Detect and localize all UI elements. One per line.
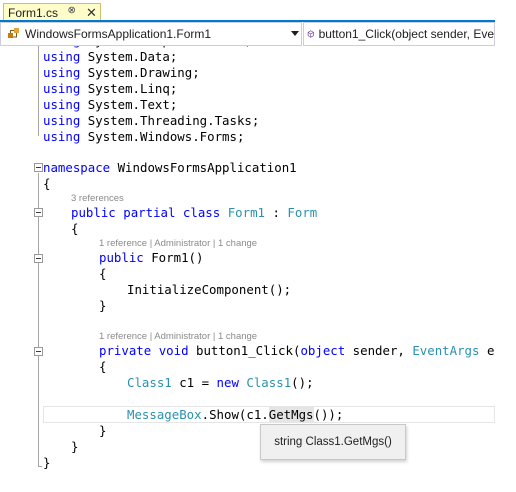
type-name: Class1	[127, 375, 172, 390]
code-line-brace: {	[71, 221, 78, 237]
keyword: using	[43, 97, 81, 112]
namespace-name: WindowsFormsApplication1	[110, 160, 297, 175]
namespace-ref: System.Data;	[87, 49, 178, 64]
keyword: new	[216, 375, 239, 390]
class-dropdown-label: WindowsFormsApplication1.Form1	[25, 27, 212, 41]
parameter: e)	[486, 343, 495, 358]
keyword: partial	[123, 205, 176, 220]
code-line-using-tasks: using System.Threading.Tasks;	[43, 113, 259, 129]
collapse-method-toggle[interactable]	[34, 347, 43, 356]
pin-icon[interactable]: ⊕	[64, 4, 78, 18]
statement: ();	[291, 375, 314, 390]
tooltip-text: string Class1.GetMgs()	[274, 436, 392, 448]
keyword: using	[43, 65, 81, 80]
code-line-using-data: using System.Data;	[43, 49, 177, 65]
collapse-namespace-toggle[interactable]	[34, 163, 43, 172]
statement: c1 =	[171, 375, 217, 390]
class-dropdown[interactable]: WindowsFormsApplication1.Form1	[0, 22, 302, 46]
code-line-using-linq: using System.Linq;	[43, 81, 177, 97]
keyword: object	[300, 343, 346, 358]
class-icon	[8, 28, 19, 38]
document-tab-strip: Form1.cs ⊕ ✕	[0, 0, 495, 22]
member-dropdown-label: button1_Click(object sender, Eve	[318, 27, 494, 41]
keyword: using	[43, 129, 81, 144]
statement: ());	[313, 407, 344, 422]
code-line-class: public partial class Form1 : Form	[71, 205, 317, 221]
namespace-ref: System.Threading.Tasks;	[87, 113, 260, 128]
base-type: Form	[287, 205, 318, 220]
code-line-using-forms: using System.Windows.Forms;	[43, 129, 244, 145]
statement: .Show(c1.	[201, 407, 269, 422]
brace: {	[43, 176, 51, 191]
collapse-constructor-toggle[interactable]	[34, 254, 43, 263]
keyword: using	[43, 81, 81, 96]
keyword: using	[43, 46, 80, 48]
punctuation: :	[265, 205, 288, 220]
code-line-brace: }	[71, 439, 78, 455]
member-dropdown[interactable]: button1_Click(object sender, Eve	[303, 22, 495, 46]
keyword: void	[158, 343, 189, 358]
code-line-brace: {	[99, 359, 106, 375]
brace: {	[99, 266, 107, 281]
namespace-ref: System.Linq;	[87, 81, 178, 96]
code-line-method: private void button1_Click(object sender…	[99, 343, 495, 359]
codelens-constructor[interactable]: 1 reference | Administrator | 1 change	[99, 237, 257, 251]
code-line-messagebox: MessageBox.Show(c1.GetMgs());	[127, 407, 343, 423]
brace: }	[71, 439, 79, 454]
outline-line-namespace	[38, 173, 39, 467]
code-line-brace: }	[43, 455, 50, 471]
statement: InitializeComponent();	[127, 282, 292, 297]
code-line-brace: {	[43, 176, 50, 192]
parameter: sender,	[345, 343, 413, 358]
keyword: public	[71, 205, 116, 220]
keyword: namespace	[43, 160, 111, 175]
outline-line-usings	[38, 46, 39, 136]
keyword: public	[99, 250, 144, 265]
namespace-ref: System.Windows.Forms;	[87, 129, 245, 144]
codelens-class[interactable]: 3 references	[71, 192, 124, 206]
keyword: using	[43, 113, 81, 128]
tab-title: Form1.cs	[8, 6, 59, 20]
type-name: Class1	[246, 375, 292, 390]
namespace-ref: System.Drawing;	[87, 65, 200, 80]
outline-end-tick	[38, 466, 42, 467]
brace: }	[43, 455, 51, 470]
brace: {	[99, 359, 107, 374]
class-name: Form1	[227, 205, 266, 220]
highlighted-method-reference[interactable]: GetMgs	[268, 407, 314, 422]
chevron-down-icon[interactable]	[291, 31, 299, 36]
code-line-brace: }	[99, 298, 106, 314]
code-line-initialize: InitializeComponent();	[127, 282, 291, 298]
code-line-using-text: using System.Text;	[43, 97, 177, 113]
code-line-brace: }	[99, 423, 106, 439]
close-icon[interactable]: ✕	[86, 4, 97, 21]
code-line-namespace: namespace WindowsFormsApplication1	[43, 160, 297, 176]
keyword: class	[182, 205, 221, 220]
brace: }	[99, 298, 107, 313]
namespace-ref: System.Text;	[87, 97, 178, 112]
code-line-brace: {	[99, 266, 106, 282]
type-name: EventArgs	[412, 343, 480, 358]
code-line-declaration: Class1 c1 = new Class1();	[127, 375, 314, 391]
code-editor[interactable]: using System.ComponentModel; using Syste…	[0, 46, 495, 492]
editor-right-edge	[495, 0, 516, 492]
brace: {	[71, 221, 79, 236]
constructor-signature: Form1()	[143, 250, 204, 265]
navigation-bar: WindowsFormsApplication1.Form1 button1_C…	[0, 22, 495, 46]
method-icon	[307, 30, 314, 38]
keyword: using	[43, 49, 81, 64]
type-name: MessageBox	[127, 407, 202, 422]
method-name: button1_Click(	[188, 343, 301, 358]
codelens-method[interactable]: 1 reference | Administrator | 1 change	[99, 330, 257, 344]
collapse-class-toggle[interactable]	[34, 208, 43, 217]
brace: }	[99, 423, 107, 438]
quick-info-tooltip: string Class1.GetMgs()	[260, 424, 406, 460]
code-line-using-drawing: using System.Drawing;	[43, 65, 200, 81]
code-line-constructor: public Form1()	[99, 250, 203, 266]
keyword: private	[99, 343, 152, 358]
